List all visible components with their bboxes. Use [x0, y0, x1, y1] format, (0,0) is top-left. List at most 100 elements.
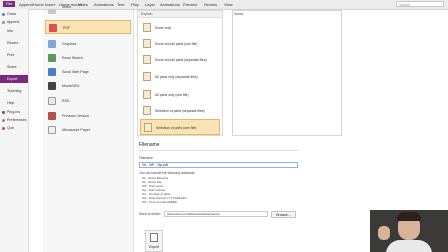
- type-item-rss[interactable]: RSS: [45, 94, 131, 108]
- save-folder-path[interactable]: /Users/tomecsoft/Downloads/arpuccos: [164, 211, 268, 217]
- presenter-hand: [378, 226, 390, 240]
- option-all-parts-one-file[interactable]: All parts only (one file): [140, 87, 220, 103]
- menu-play[interactable]: Play: [131, 2, 139, 7]
- export-document-icon: [150, 233, 158, 242]
- wildcard-item: %h - Time (format HHMM): [142, 200, 178, 204]
- option-label: Score and all parts (separate files): [155, 58, 207, 62]
- sidebar-item-label: Info: [7, 29, 13, 33]
- type-item-excel-sketch[interactable]: Excel Sketch: [45, 51, 131, 65]
- sidebar-item-label: Teaching: [7, 89, 22, 93]
- type-item-label: Micrascript Paper: [62, 128, 90, 132]
- plugin-icon: [2, 110, 5, 114]
- score-document-icon: [143, 55, 151, 64]
- menu-review[interactable]: Review: [204, 2, 217, 7]
- quit-icon: [2, 126, 5, 130]
- type-item-graphics[interactable]: Graphics: [45, 37, 131, 51]
- sidebar-item-quit[interactable]: Quit: [0, 124, 28, 132]
- sidebar-item-plugins[interactable]: Plug-ins: [0, 108, 28, 116]
- sidebar-item-export[interactable]: Export: [0, 75, 28, 83]
- notes-label: Notes: [234, 12, 244, 16]
- export-options-list: Explain Score only Score and all parts (…: [137, 10, 223, 136]
- menu-home[interactable]: Home: [33, 2, 44, 7]
- sidebar-item-append[interactable]: Append: [0, 18, 28, 26]
- menu-preview[interactable]: Preview: [183, 2, 197, 7]
- type-item-label: RSS: [62, 99, 70, 103]
- option-score-only[interactable]: Score only: [140, 20, 220, 36]
- type-item-video[interactable]: Video: [45, 4, 131, 18]
- score-document-icon: [143, 23, 151, 32]
- web-icon: [48, 68, 56, 76]
- document-icon: [2, 20, 5, 24]
- score-document-icon: [143, 39, 151, 48]
- option-label: All parts only (one file): [155, 93, 189, 97]
- search-input[interactable]: Search: [396, 1, 444, 7]
- sidebar-item-close[interactable]: Close: [0, 10, 28, 18]
- sidebar: Close Append Info Recent Print Share Exp…: [0, 9, 29, 252]
- type-item-movie-url[interactable]: Movie/URL: [45, 79, 131, 93]
- type-item-label: PDF: [63, 26, 71, 30]
- sidebar-item-label: Print: [7, 53, 15, 57]
- sidebar-item-info[interactable]: Info: [0, 27, 28, 35]
- filename-input[interactable]: %t - %P - %p.pdf: [139, 162, 298, 168]
- type-item-label: Excel Sketch: [62, 56, 83, 60]
- option-selection-one-file[interactable]: Selection of parts (one file): [140, 119, 220, 135]
- sidebar-item-label: Plug-ins: [7, 110, 20, 114]
- type-item-label: Movie/URL: [62, 84, 80, 88]
- sidebar-item-label: Append: [7, 20, 20, 24]
- type-item-label: Previous Version: [62, 114, 89, 118]
- gear-icon: [2, 118, 5, 122]
- type-item-label: Video: [62, 5, 72, 9]
- sidebar-item-share[interactable]: Share: [0, 63, 28, 71]
- sidebar-item-label: Recent: [7, 41, 19, 45]
- sidebar-item-label: Quit: [7, 126, 14, 130]
- option-score-all-parts-separate[interactable]: Score and all parts (separate files): [140, 52, 220, 68]
- sidebar-item-help[interactable]: Help: [0, 99, 28, 107]
- export-type-list: Video PDF Graphics Excel Sketch Scroll W…: [43, 5, 134, 252]
- selection-document-icon: [144, 123, 152, 132]
- notes-box: [232, 10, 342, 136]
- browse-button[interactable]: Browse...: [271, 211, 296, 218]
- presenter-hair: [397, 212, 421, 221]
- type-item-label: Scroll Web Page: [62, 70, 89, 74]
- type-item-pdf[interactable]: PDF: [45, 20, 131, 34]
- type-item-micrascript-paper[interactable]: Micrascript Paper: [45, 123, 131, 137]
- sidebar-item-label: Help: [7, 101, 15, 105]
- options-header: Explain: [138, 11, 222, 18]
- wildcard-intro: You can include the following wildcards:: [139, 171, 196, 175]
- menu-layer[interactable]: Layer: [145, 2, 155, 7]
- parts-document-icon: [143, 90, 151, 99]
- option-label: Selection of parts (separate files): [155, 109, 205, 113]
- sidebar-item-recent[interactable]: Recent: [0, 39, 28, 47]
- sidebar-item-label: Preferences: [7, 118, 27, 122]
- option-label: Selection of parts (one file): [156, 126, 197, 130]
- pdf-icon: [49, 24, 57, 32]
- video-icon: [48, 9, 56, 14]
- sidebar-item-teaching[interactable]: Teaching: [0, 87, 28, 95]
- selection-document-icon: [143, 106, 151, 115]
- filename-section-title: Filename: [139, 142, 160, 148]
- option-label: Score only: [155, 26, 172, 30]
- option-all-parts-separate[interactable]: All parts only (separate files): [140, 69, 220, 85]
- spreadsheet-icon: [48, 54, 56, 62]
- option-score-all-parts-one-file[interactable]: Score and all parts (one file): [140, 36, 220, 52]
- sidebar-item-preferences[interactable]: Preferences: [0, 116, 28, 124]
- sidebar-item-print[interactable]: Print: [0, 51, 28, 59]
- section-divider: [139, 150, 299, 151]
- option-selection-separate[interactable]: Selection of parts (separate files): [140, 103, 220, 119]
- menu-append[interactable]: Append: [19, 2, 33, 7]
- folder-icon: [2, 12, 5, 16]
- menu-view[interactable]: View: [224, 2, 233, 7]
- presenter-shirt: [386, 240, 432, 252]
- filename-field-label: Filename: [139, 156, 153, 160]
- type-item-scroll-web-page[interactable]: Scroll Web Page: [45, 65, 131, 79]
- option-label: All parts only (separate files): [155, 75, 198, 79]
- type-item-label: Graphics: [62, 42, 77, 46]
- menu-file[interactable]: File: [3, 1, 16, 7]
- type-item-previous-version[interactable]: Previous Version: [45, 109, 131, 123]
- graphics-icon: [48, 40, 56, 48]
- previous-version-icon: [48, 112, 56, 120]
- sidebar-item-label: Close: [7, 12, 17, 16]
- menu-animations-2[interactable]: Animations: [160, 2, 180, 7]
- sidebar-item-label: Export: [7, 77, 18, 81]
- parts-document-icon: [143, 72, 151, 81]
